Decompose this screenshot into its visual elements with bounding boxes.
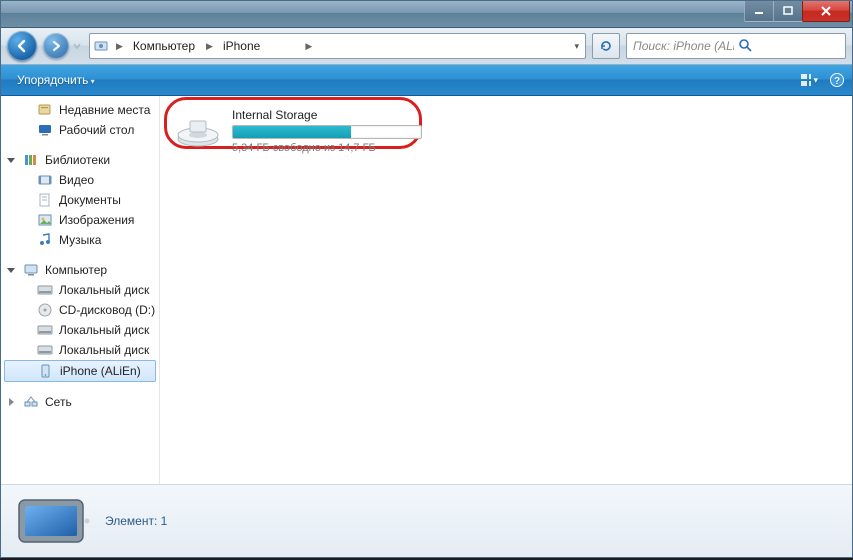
sidebar-item-desktop[interactable]: Рабочий стол: [1, 120, 159, 140]
back-button[interactable]: [7, 31, 37, 61]
sidebar-item-docs[interactable]: Документы: [1, 190, 159, 210]
minimize-button[interactable]: [744, 1, 774, 22]
library-icon: [23, 152, 39, 168]
window-controls: [745, 1, 850, 27]
close-button[interactable]: [802, 1, 850, 22]
nav-pane: Недавние места Рабочий стол Библиотеки В…: [1, 96, 159, 484]
sidebar-item-images[interactable]: Изображения: [1, 210, 159, 230]
chevron-right-icon[interactable]: ▶: [202, 41, 217, 52]
cd-icon: [37, 302, 53, 318]
forward-button[interactable]: [43, 33, 69, 59]
video-icon: [37, 172, 53, 188]
sidebar-label: iPhone (ALiEn): [60, 364, 141, 378]
sidebar-item-music[interactable]: Музыка: [1, 230, 159, 250]
drive-used-bar: [233, 126, 351, 138]
sidebar-label: Библиотеки: [45, 153, 110, 167]
drive-info: Internal Storage 5,34 ГБ свободно из 14,…: [232, 108, 422, 154]
refresh-button[interactable]: [592, 33, 620, 59]
computer-icon: [23, 262, 39, 278]
recent-icon: [37, 102, 53, 118]
sidebar-label: Компьютер: [45, 263, 107, 277]
forward-icon: [50, 40, 62, 52]
sidebar-item-local-disk-3[interactable]: Локальный диск: [1, 340, 159, 360]
sidebar-label: Рабочий стол: [59, 123, 134, 137]
title-bar: [1, 1, 852, 28]
drive-item-internal-storage[interactable]: Internal Storage 5,34 ГБ свободно из 14,…: [168, 104, 428, 160]
address-bar[interactable]: ▶ Компьютер ▶ iPhone ▶ ▾: [89, 33, 586, 59]
details-device-icon: [11, 494, 91, 548]
sidebar-label: Локальный диск: [59, 323, 149, 337]
svg-text:?: ?: [834, 76, 840, 87]
hdd-icon: [37, 342, 53, 358]
sidebar-label: Изображения: [59, 213, 134, 227]
sidebar-label: Видео: [59, 173, 94, 187]
help-button[interactable]: ?: [828, 71, 846, 89]
drive-capacity-bar: [232, 125, 422, 139]
back-icon: [15, 39, 29, 53]
sidebar-label: Сеть: [45, 395, 72, 409]
chevron-right-icon[interactable]: ▶: [301, 41, 316, 52]
breadcrumb-computer[interactable]: Компьютер: [127, 34, 202, 58]
drive-free-text: 5,34 ГБ свободно из 14,7 ГБ: [232, 142, 422, 154]
hdd-icon: [37, 282, 53, 298]
refresh-icon: [599, 39, 613, 53]
sidebar-item-iphone[interactable]: iPhone (ALiEn): [4, 360, 156, 382]
sidebar-item-recent[interactable]: Недавние места: [1, 100, 159, 120]
nav-bar: ▶ Компьютер ▶ iPhone ▶ ▾ Поиск: iPhone (…: [1, 28, 852, 65]
sidebar-item-network[interactable]: Сеть: [1, 392, 159, 412]
maximize-icon: [783, 6, 793, 16]
network-icon: [23, 394, 39, 410]
hdd-icon: [37, 322, 53, 338]
drive-name: Internal Storage: [232, 108, 422, 122]
drive-icon: [174, 113, 222, 149]
organize-menu[interactable]: Упорядочить: [7, 70, 105, 90]
images-icon: [37, 212, 53, 228]
address-dropdown-icon[interactable]: ▾: [570, 41, 585, 52]
desktop-icon: [37, 122, 53, 138]
explorer-window: ▶ Компьютер ▶ iPhone ▶ ▾ Поиск: iPhone (…: [0, 0, 853, 558]
details-pane: Элемент: 1: [1, 484, 852, 557]
chevron-right-icon[interactable]: ▶: [112, 41, 127, 52]
search-placeholder: Поиск: iPhone (ALiEn): [633, 39, 734, 53]
sidebar-item-video[interactable]: Видео: [1, 170, 159, 190]
breadcrumb-device-icon: [90, 38, 112, 54]
explorer-body: Недавние места Рабочий стол Библиотеки В…: [1, 96, 852, 484]
sidebar-label: Музыка: [59, 233, 101, 247]
music-icon: [37, 232, 53, 248]
phone-icon: [38, 363, 54, 379]
docs-icon: [37, 192, 53, 208]
sidebar-label: Локальный диск: [59, 283, 149, 297]
sidebar-item-local-disk-2[interactable]: Локальный диск: [1, 320, 159, 340]
maximize-button[interactable]: [773, 1, 803, 22]
sidebar-item-cd-drive[interactable]: CD-дисковод (D:): [1, 300, 159, 320]
sidebar-item-local-disk-1[interactable]: Локальный диск: [1, 280, 159, 300]
sidebar-label: Локальный диск: [59, 343, 149, 357]
sidebar-item-libraries[interactable]: Библиотеки: [1, 150, 159, 170]
sidebar-label: Недавние места: [59, 103, 150, 117]
search-input[interactable]: Поиск: iPhone (ALiEn): [626, 33, 846, 59]
sidebar-item-computer[interactable]: Компьютер: [1, 260, 159, 280]
minimize-icon: [754, 6, 764, 16]
items-view[interactable]: Internal Storage 5,34 ГБ свободно из 14,…: [159, 96, 852, 484]
details-text: Элемент: 1: [105, 514, 167, 528]
history-dropdown-icon[interactable]: [73, 41, 81, 51]
sidebar-label: CD-дисковод (D:): [59, 303, 155, 317]
breadcrumb-iphone[interactable]: iPhone: [217, 34, 267, 58]
command-bar: Упорядочить ▾ ?: [1, 65, 852, 96]
close-icon: [820, 6, 832, 16]
view-options-button[interactable]: ▾: [800, 71, 818, 89]
search-icon[interactable]: [738, 38, 839, 55]
sidebar-label: Документы: [59, 193, 121, 207]
